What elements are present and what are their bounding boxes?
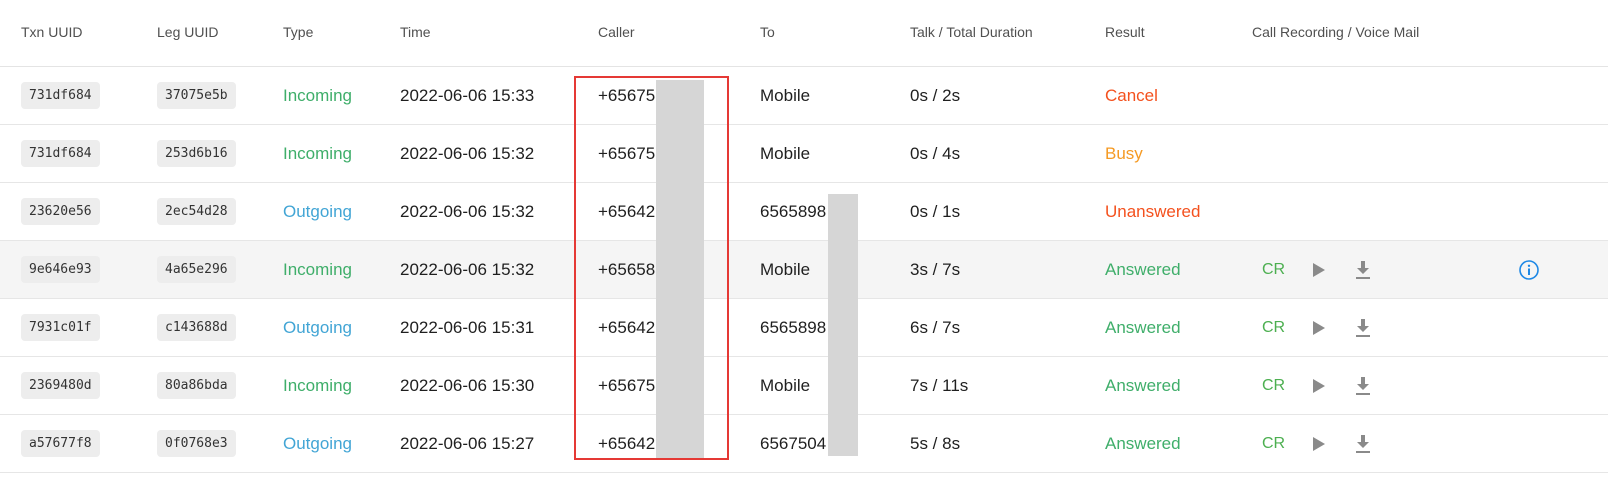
caller-number: +65675( xyxy=(598,86,661,105)
info-icon[interactable] xyxy=(1518,259,1540,281)
to-number: Mobile xyxy=(760,86,811,105)
txn-uuid-chip[interactable]: 2369480d xyxy=(21,372,100,399)
call-time: 2022-06-06 15:32 xyxy=(400,144,535,163)
to-number: Mobile xyxy=(760,376,811,395)
txn-uuid-chip[interactable]: a57677f8 xyxy=(21,430,100,457)
to-number: 6565898 xyxy=(760,318,827,337)
table-row[interactable]: 2369480d 80a86bda Incoming 2022-06-06 15:30… xyxy=(0,357,1608,415)
play-icon[interactable] xyxy=(1312,379,1326,393)
caller-number: +65675( xyxy=(598,144,661,163)
play-icon[interactable] xyxy=(1312,437,1326,451)
call-time: 2022-06-06 15:33 xyxy=(400,86,535,105)
to-number: 6565898 xyxy=(760,202,827,221)
leg-uuid-chip[interactable]: 0f0768e3 xyxy=(157,430,236,457)
call-result: Answered xyxy=(1105,434,1181,453)
redaction-mask-to xyxy=(828,194,858,456)
download-icon[interactable] xyxy=(1354,434,1372,454)
call-duration: 6s / 7s xyxy=(910,318,961,337)
leg-uuid-chip[interactable]: 37075e5b xyxy=(157,82,236,109)
leg-uuid-chip[interactable]: 80a86bda xyxy=(157,372,236,399)
table-row[interactable]: 9e646e93 4a65e296 Incoming 2022-06-06 15:32… xyxy=(0,241,1608,299)
txn-uuid-chip[interactable]: 731df684 xyxy=(21,140,100,167)
caller-number: +656428 xyxy=(598,318,665,337)
caller-number: +656589 xyxy=(598,260,665,279)
table-row[interactable]: a57677f8 0f0768e3 Outgoing 2022-06-06 15:27… xyxy=(0,415,1608,473)
call-duration: 0s / 4s xyxy=(910,144,961,163)
call-time: 2022-06-06 15:30 xyxy=(400,376,535,395)
caller-number: +656428 xyxy=(598,434,665,453)
call-recording-badge[interactable]: CR xyxy=(1262,299,1285,356)
call-duration: 3s / 7s xyxy=(910,260,961,279)
call-duration: 5s / 8s xyxy=(910,434,961,453)
txn-uuid-chip[interactable]: 23620e56 xyxy=(21,198,100,225)
call-duration: 0s / 2s xyxy=(910,86,961,105)
table-row[interactable]: 731df684 37075e5b Incoming 2022-06-06 15:33… xyxy=(0,67,1608,125)
column-header-recording[interactable]: Call Recording / Voice Mail xyxy=(1252,24,1419,40)
call-result: Cancel xyxy=(1105,86,1158,105)
play-icon[interactable] xyxy=(1312,321,1326,335)
call-result: Unanswered xyxy=(1105,202,1201,221)
table-body: 731df684 37075e5b Incoming 2022-06-06 15:33… xyxy=(0,67,1608,473)
download-icon[interactable] xyxy=(1354,376,1372,396)
table-header: Txn UUID Leg UUID Type Time Caller To Ta… xyxy=(0,0,1608,67)
leg-uuid-chip[interactable]: 4a65e296 xyxy=(157,256,236,283)
column-header-time[interactable]: Time xyxy=(400,24,431,40)
table-row[interactable]: 23620e56 2ec54d28 Outgoing 2022-06-06 15:32… xyxy=(0,183,1608,241)
call-type: Incoming xyxy=(283,376,352,395)
call-time: 2022-06-06 15:32 xyxy=(400,260,535,279)
call-result: Answered xyxy=(1105,318,1181,337)
column-header-to[interactable]: To xyxy=(760,24,775,40)
leg-uuid-chip[interactable]: c143688d xyxy=(157,314,236,341)
column-header-duration[interactable]: Talk / Total Duration xyxy=(910,24,1033,40)
txn-uuid-chip[interactable]: 731df684 xyxy=(21,82,100,109)
caller-number: +65675( xyxy=(598,376,661,395)
call-type: Outgoing xyxy=(283,318,352,337)
call-duration: 7s / 11s xyxy=(910,376,969,395)
leg-uuid-chip[interactable]: 253d6b16 xyxy=(157,140,236,167)
column-header-type[interactable]: Type xyxy=(283,24,313,40)
to-number: Mobile xyxy=(760,144,811,163)
column-header-result[interactable]: Result xyxy=(1105,24,1145,40)
call-recording-badge[interactable]: CR xyxy=(1262,415,1285,472)
leg-uuid-chip[interactable]: 2ec54d28 xyxy=(157,198,236,225)
call-result: Answered xyxy=(1105,376,1181,395)
txn-uuid-chip[interactable]: 9e646e93 xyxy=(21,256,100,283)
txn-uuid-chip[interactable]: 7931c01f xyxy=(21,314,100,341)
table-row[interactable]: 731df684 253d6b16 Incoming 2022-06-06 15:32… xyxy=(0,125,1608,183)
to-number: Mobile xyxy=(760,260,811,279)
download-icon[interactable] xyxy=(1354,318,1372,338)
call-type: Incoming xyxy=(283,260,352,279)
caller-number: +656428 xyxy=(598,202,665,221)
call-recording-badge[interactable]: CR xyxy=(1262,357,1285,414)
call-recording-badge[interactable]: CR xyxy=(1262,241,1285,298)
table-row[interactable]: 7931c01f c143688d Outgoing 2022-06-06 15:31… xyxy=(0,299,1608,357)
to-number: 6567504 xyxy=(760,434,827,453)
call-log-table: Txn UUID Leg UUID Type Time Caller To Ta… xyxy=(0,0,1608,473)
redaction-mask-caller xyxy=(656,80,704,458)
column-header-leg-uuid[interactable]: Leg UUID xyxy=(157,24,218,40)
download-icon[interactable] xyxy=(1354,260,1372,280)
column-header-caller[interactable]: Caller xyxy=(598,24,635,40)
call-result: Busy xyxy=(1105,144,1143,163)
call-type: Incoming xyxy=(283,86,352,105)
call-type: Outgoing xyxy=(283,434,352,453)
call-type: Outgoing xyxy=(283,202,352,221)
play-icon[interactable] xyxy=(1312,263,1326,277)
call-duration: 0s / 1s xyxy=(910,202,961,221)
column-header-txn-uuid[interactable]: Txn UUID xyxy=(21,24,82,40)
call-result: Answered xyxy=(1105,260,1181,279)
call-time: 2022-06-06 15:32 xyxy=(400,202,535,221)
call-time: 2022-06-06 15:27 xyxy=(400,434,535,453)
call-type: Incoming xyxy=(283,144,352,163)
call-time: 2022-06-06 15:31 xyxy=(400,318,535,337)
